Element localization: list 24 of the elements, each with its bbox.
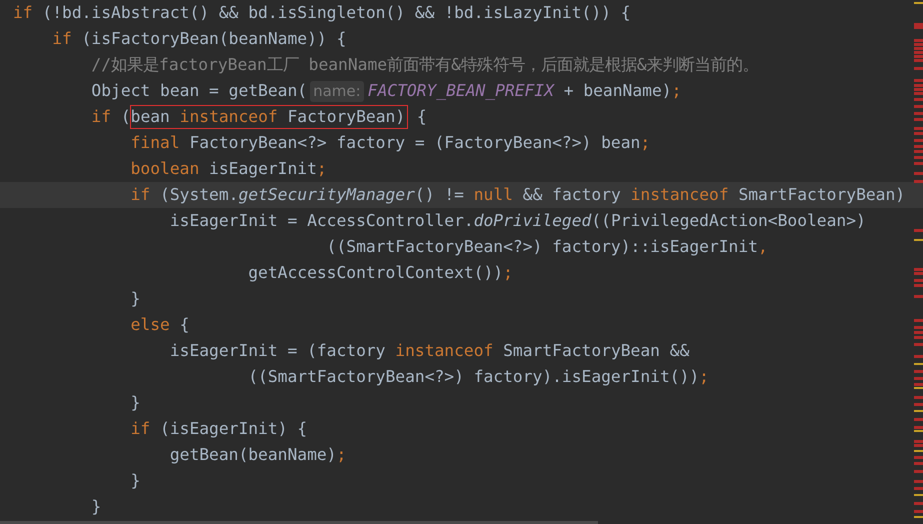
code-text: } [130,470,140,492]
code-text: if (!bd.isAbstract() && bd.isSingleton() && !bd.isLazyInit()) { [13,2,631,24]
code-text: isEagerInit = AccessController.doPrivileged((PrivilegedAction<Boolean>) [168,210,866,232]
code-text: boolean isEagerInit; [130,158,327,180]
code-text: getAccessControlContext()); [247,262,513,284]
code-text: //如果是factoryBean工厂 beanName前面带有&特殊符号，后面就是根据&来判断当前的。 [90,54,759,76]
code-text: ((SmartFactoryBean<?>) factory)::isEagerInit, [326,236,768,258]
code-text: } [130,392,140,414]
highlighted-code: bean instanceof FactoryBean) [130,106,408,128]
parameter-hint: name: [310,80,364,102]
code-text: if (System.getSecurityManager() != null && factory instanceof SmartFactoryBean) [130,184,906,206]
code-text: FACTORY_BEAN_PREFIX + beanName); [368,80,682,102]
code-text: else { [130,314,190,336]
code-text: final FactoryBean<?> factory = (FactoryBean<?>) bean; [130,132,650,154]
code-text: if (isEagerInit) { [130,418,308,440]
code-text: isEagerInit = (factory instanceof SmartFactoryBean && [168,340,690,362]
code-text: } [90,496,102,518]
code-text: ((SmartFactoryBean<?>) factory).isEagerInit()); [247,366,709,388]
code-text: if ( [90,106,131,128]
code-text: } [130,288,140,310]
code-text: getBean(beanName); [168,444,346,466]
code-text: if (isFactoryBean(beanName)) { [51,28,346,50]
code-text: { [416,106,427,128]
code-text: Object bean = getBean( [90,80,308,102]
